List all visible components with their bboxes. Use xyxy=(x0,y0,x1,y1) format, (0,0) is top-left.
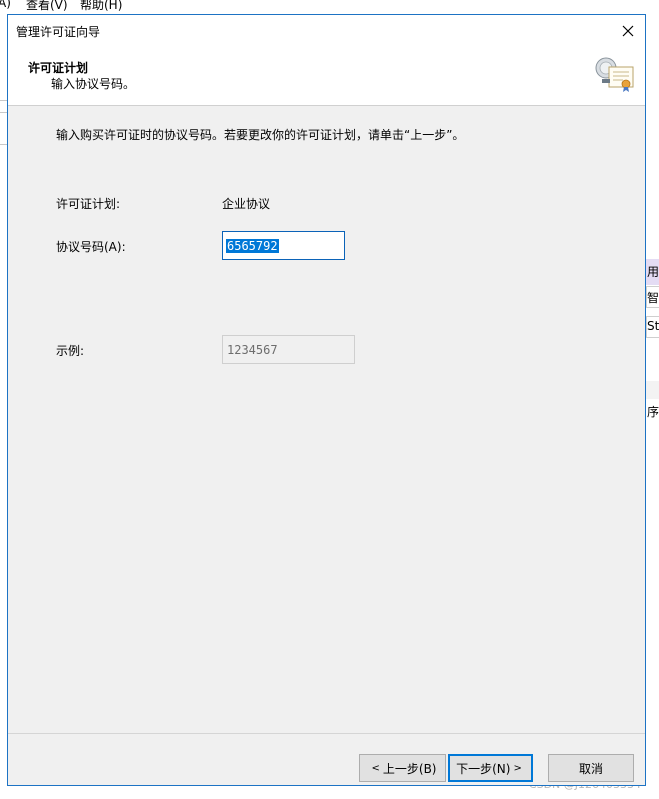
background-text-fragment: 智 xyxy=(647,291,659,305)
chevron-left-icon: < xyxy=(371,762,380,774)
menu-item-action[interactable]: A) xyxy=(0,0,11,10)
menu-item-view[interactable]: 查看(V) xyxy=(26,0,68,13)
example-field: 1234567 xyxy=(222,335,355,364)
button-separator xyxy=(8,733,645,734)
back-button-label: 上一步(B) xyxy=(382,761,437,776)
chevron-right-icon: > xyxy=(513,762,522,774)
background-text-fragment: St xyxy=(647,319,659,333)
wizard-step-title: 许可证计划 xyxy=(28,61,89,75)
license-plan-label: 许可证计划: xyxy=(56,197,121,211)
certificate-icon xyxy=(595,57,634,92)
background-header-fragment xyxy=(646,381,659,399)
close-button[interactable] xyxy=(611,15,645,47)
dialog-titlebar: 管理许可证向导 xyxy=(8,15,645,47)
license-plan-value: 企业协议 xyxy=(222,197,271,211)
example-label: 示例: xyxy=(56,344,85,358)
background-menubar: A) 查看(V) 帮助(H) xyxy=(0,0,659,14)
agreement-number-value: 6565792 xyxy=(226,238,279,253)
back-button[interactable]: < 上一步(B) xyxy=(359,754,446,782)
menu-item-help[interactable]: 帮助(H) xyxy=(80,0,122,13)
wizard-header: 许可证计划 输入协议号码。 xyxy=(8,47,645,106)
background-left-strip xyxy=(0,14,7,799)
next-button[interactable]: 下一步(N) > xyxy=(448,754,533,782)
agreement-number-input[interactable]: 6565792 xyxy=(222,231,345,260)
wizard-step-subtitle: 输入协议号码。 xyxy=(51,77,136,91)
instruction-text: 输入购买许可证时的协议号码。若要更改你的许可证计划，请单击“上一步”。 xyxy=(56,128,465,142)
cancel-button-label: 取消 xyxy=(578,761,603,776)
background-right-strip: 用机 智 St 序 xyxy=(646,14,659,799)
close-icon xyxy=(622,25,634,37)
next-button-label: 下一步(N) xyxy=(456,761,511,776)
background-text-fragment: 用机 xyxy=(647,265,659,279)
agreement-number-label: 协议号码(A): xyxy=(56,240,126,254)
license-wizard-dialog: 管理许可证向导 许可证计划 输入协议号码。 输入购买许可证时的协议号码。若要更改… xyxy=(7,14,646,786)
cancel-button[interactable]: 取消 xyxy=(548,754,634,782)
dialog-title: 管理许可证向导 xyxy=(16,25,101,39)
example-value: 1234567 xyxy=(227,342,278,357)
background-text-fragment: 序 xyxy=(647,405,659,419)
